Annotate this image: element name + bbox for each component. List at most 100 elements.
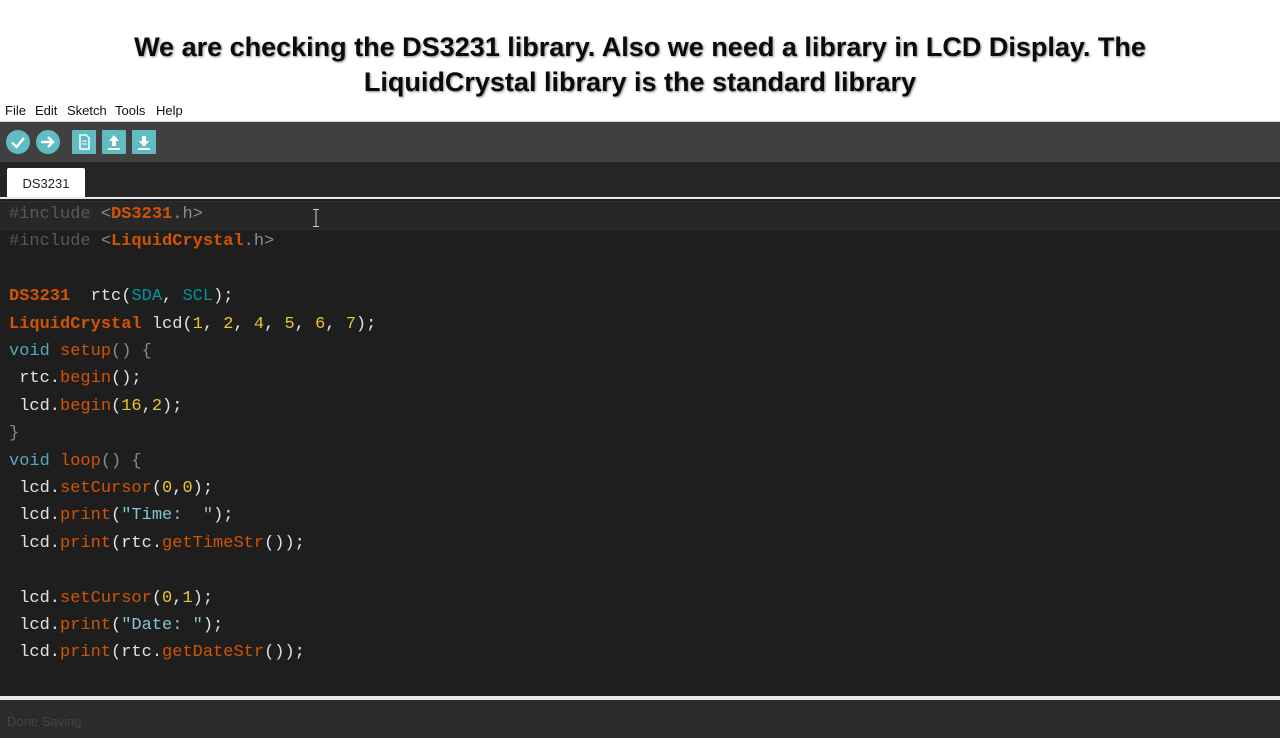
code-token: < [100,232,112,252]
caption-line-2: LiquidCrystal library is the standard li… [363,67,917,97]
save-icon [138,136,150,150]
code-line: lcd.print("Date: "); [9,612,223,639]
code-token: , [162,287,183,307]
code-line: } [9,420,19,447]
new-button[interactable] [72,130,96,154]
code-token: 0 [162,588,173,608]
code-token: print [60,643,112,663]
code-token: () { [100,451,142,471]
code-token: lcd. [9,533,61,553]
code-token: print [60,506,112,526]
code-token: 1 [192,314,203,334]
save-button[interactable] [132,130,156,154]
code-token: () { [111,342,152,361]
menu-bar: File Edit Sketch Tools Help [0,100,1280,122]
code-token: ); [213,506,234,526]
code-token: ); [355,314,377,334]
code-token: setCursor [60,588,152,608]
upload-button[interactable] [36,130,60,154]
menu-edit[interactable]: Edit [35,100,57,121]
code-editor[interactable]: #include <DS3231.h> #include <LiquidCryst… [0,199,1280,696]
code-token: , [172,588,183,608]
code-token: rtc. [9,369,61,389]
code-token: ()); [264,533,305,553]
code-line: #include <LiquidCrystal.h> [9,228,274,255]
code-token: } [9,424,20,444]
code-token: ()); [264,643,305,663]
code-token: LiquidCrystal [9,314,142,334]
code-token: lcd. [9,479,61,498]
code-token: lcd. [9,506,61,526]
toolbar [0,122,1280,162]
menu-tools[interactable]: Tools [115,100,145,121]
code-token: 0 [182,479,193,498]
tab-bar: DS3231 [0,162,1280,199]
code-token: 2 [223,314,234,334]
open-button[interactable] [102,130,126,154]
code-line: LiquidCrystal lcd(1, 2, 4, 5, 6, 7); [9,311,376,338]
open-icon [108,135,120,150]
code-token: 16 [121,396,142,416]
code-token: 1 [182,588,193,608]
code-token: , [264,314,285,334]
code-line: void setup() { [9,338,152,365]
code-line: lcd.setCursor(0,1); [9,585,213,612]
code-token: getTimeStr [162,533,265,553]
code-line: lcd.print("Time: "); [9,502,233,529]
code-token: , [325,314,346,334]
code-token: < [100,205,112,224]
code-token: DS3231 [111,205,173,224]
code-token: lcd. [9,616,61,635]
code-token: rtc( [70,287,132,307]
code-token: ( [111,396,122,416]
code-token: , [202,314,224,334]
code-token: (rtc. [111,533,163,553]
code-token: lcd. [9,396,61,416]
code-line: rtc.begin(); [9,365,142,392]
code-token: ( [151,479,163,498]
menu-help[interactable]: Help [156,100,183,121]
text-cursor-icon [313,209,319,227]
code-token: #include [9,232,101,252]
code-token: SDA [131,287,163,307]
code-token: (rtc. [111,643,163,663]
code-token: (); [111,369,142,389]
code-line: lcd.print(rtc.getTimeStr()); [9,530,305,557]
menu-file[interactable]: File [5,100,26,121]
code-token: 0 [162,479,173,498]
code-token: getDateStr [162,643,265,663]
code-line: lcd.print(rtc.getDateStr()); [9,639,305,666]
code-token: 7 [345,314,356,334]
code-token: lcd. [9,588,61,608]
code-token: void [9,342,50,361]
tab-ds3231[interactable]: DS3231 [7,168,85,199]
new-file-icon [79,134,90,150]
code-token: 4 [253,314,265,334]
status-bar: Done Saving [0,700,1280,738]
code-token: ); [162,396,183,416]
code-token: lcd. [9,643,61,663]
code-line: void loop() { [9,448,142,475]
status-message: Done Saving [7,714,82,729]
code-token: ); [192,479,214,498]
verify-button[interactable] [6,130,30,154]
code-token: , [172,479,183,498]
code-token: print [60,616,112,635]
code-line: DS3231 rtc(SDA, SCL); [9,283,233,310]
menu-sketch[interactable]: Sketch [67,100,107,121]
code-token: ); [213,287,234,307]
code-token: 6 [315,314,326,334]
code-line: #include <DS3231.h> [9,201,203,228]
code-token: loop [60,451,101,471]
caption-line-1: We are checking the DS3231 library. Also… [134,32,1146,62]
code-token: .h> [172,205,203,224]
code-token: setCursor [60,479,152,498]
code-token: 5 [284,314,295,334]
code-token: begin [60,396,112,416]
code-token: ( [151,588,163,608]
code-token: ( [111,506,122,526]
code-token: print [60,533,112,553]
code-token: begin [60,369,112,389]
code-token: 2 [151,396,163,416]
